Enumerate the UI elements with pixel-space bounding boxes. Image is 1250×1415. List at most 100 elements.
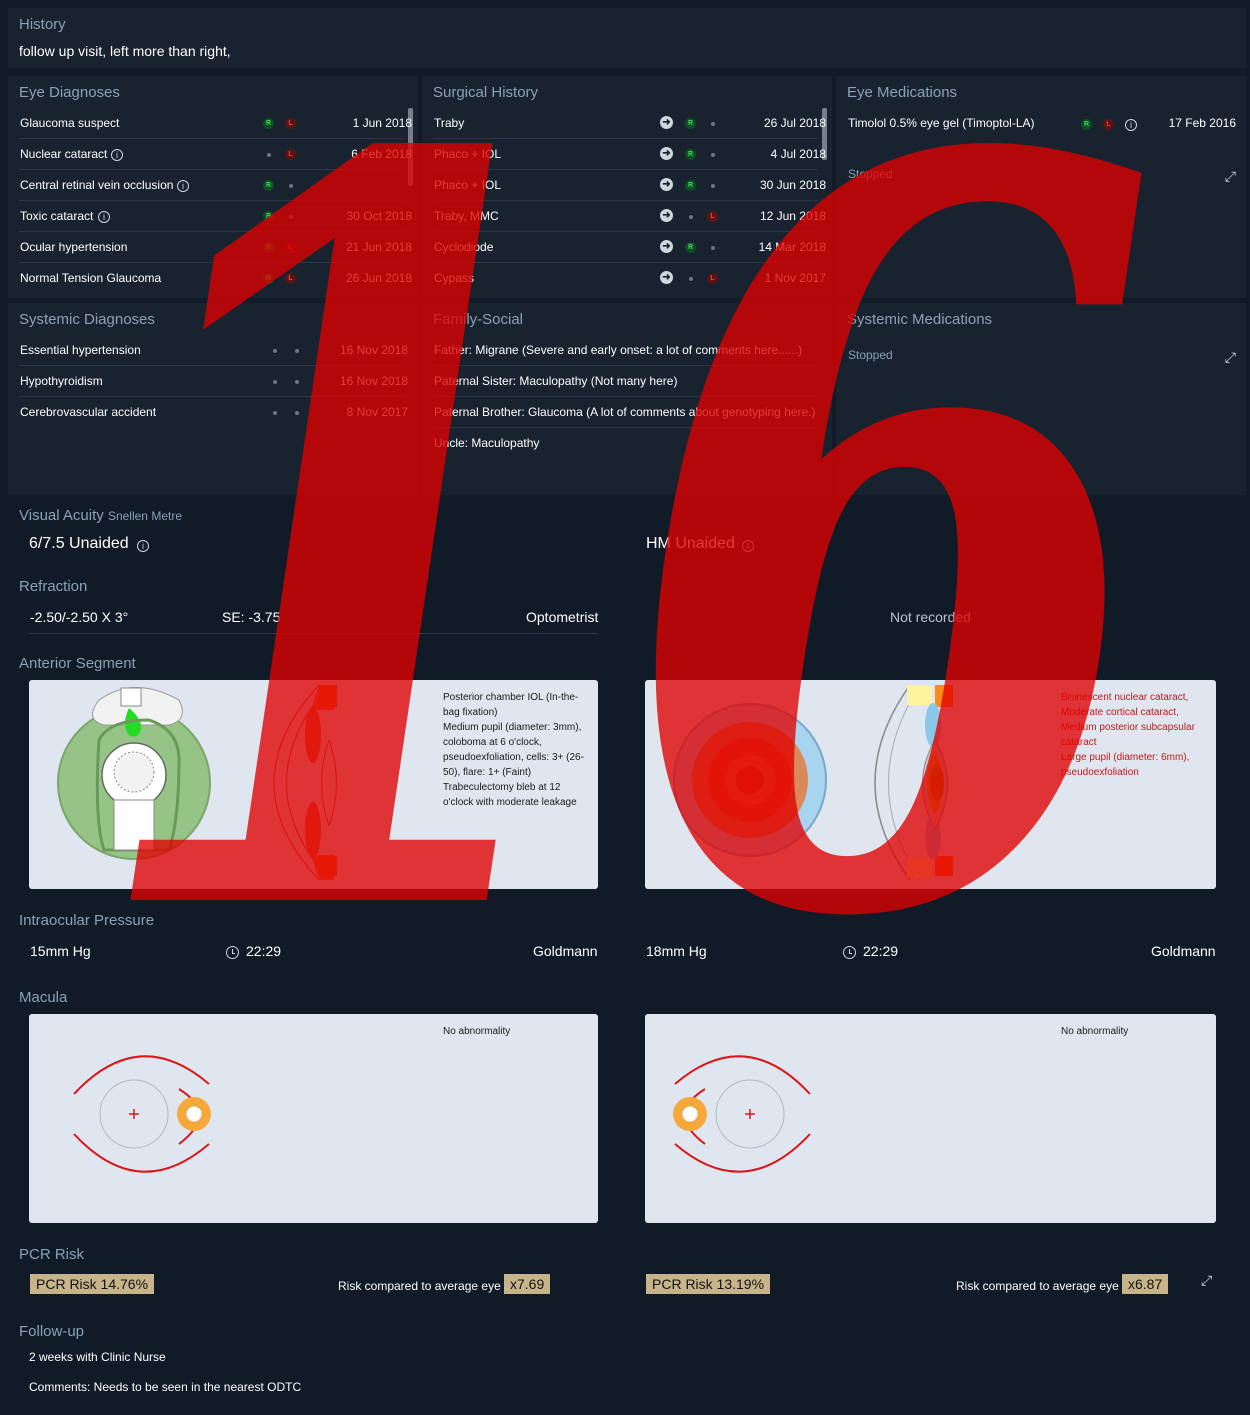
note-line: Moderate cortical cataract, (1061, 707, 1179, 718)
arrow-right-icon[interactable]: ➜ (660, 209, 673, 222)
clock-icon (843, 946, 856, 959)
systemic-diagnosis-row[interactable]: Essential hypertension 16 Nov 2018 (19, 335, 408, 366)
left-risk-compare-label: Risk compared to average eye (956, 1279, 1119, 1293)
right-eye-badge: R (263, 242, 274, 253)
eye-diagnosis-row[interactable]: Toxic cataract i R 30 Oct 2018 (19, 201, 412, 232)
empty-eye-dot (295, 411, 299, 415)
left-eye-badge: L (707, 273, 718, 284)
empty-eye-dot (295, 380, 299, 384)
systemic-medications-title: Systemic Medications (847, 311, 993, 328)
systemic-diagnoses-title: Systemic Diagnoses (19, 311, 155, 328)
info-icon[interactable]: i (742, 540, 754, 552)
eye-medications-title: Eye Medications (847, 84, 958, 101)
empty-eye-dot (711, 153, 715, 157)
right-iop-method: Goldmann (533, 943, 598, 959)
right-visual-acuity: 6/7.5 Unaided (29, 535, 129, 552)
eye-diagnosis-label: Normal Tension Glaucoma (20, 271, 162, 285)
left-pcr-risk: PCR Risk 13.19% (646, 1274, 771, 1294)
surgery-row[interactable]: Phaco + IOL ➜ R 30 Jun 2018 (433, 170, 826, 201)
left-macula-canvas[interactable]: No abnormality (645, 1014, 1216, 1223)
note-line: Medium posterior subcapsular (1061, 722, 1195, 733)
surgery-date: 30 Jun 2018 (759, 178, 826, 192)
left-visual-acuity: HM Unaided (646, 535, 735, 552)
history-title: History (19, 16, 66, 33)
eye-diagnosis-row[interactable]: Central retinal vein occlusion i R (19, 170, 404, 201)
surgery-date: 26 Jul 2018 (763, 116, 826, 130)
surgery-date: 1 Nov 2017 (764, 271, 826, 285)
left-refraction-value: Not recorded (890, 609, 971, 625)
followup-comments: Comments: Needs to be seen in the neares… (29, 1380, 302, 1394)
family-history-text: Father: Migrane (Severe and early onset:… (434, 343, 803, 357)
eye-diagnosis-label: Toxic cataract (20, 209, 94, 223)
refraction-divider (29, 633, 598, 634)
left-risk-multiplier: x6.87 (1122, 1274, 1169, 1294)
note-line: pseudoexfoliation, cells: 3+ (26- (443, 752, 584, 763)
stopped-label[interactable]: Stopped (848, 167, 893, 181)
systemic-medications-panel: Systemic Medications Stopped ⤢ (836, 303, 1246, 495)
stopped-label[interactable]: Stopped (848, 348, 893, 362)
right-macula-drawing (73, 1055, 211, 1173)
surgery-row[interactable]: Traby ➜ R 26 Jul 2018 (433, 108, 826, 139)
note-line: pseudoexfoliation (1061, 767, 1139, 778)
refraction-title: Refraction (19, 578, 88, 595)
note-line: Posterior chamber IOL (In-the- (443, 692, 579, 703)
eye-diagnoses-panel: Eye Diagnoses Glaucoma suspect R L 1 Jun… (8, 76, 418, 298)
right-refraction-se: SE: -3.75 (222, 609, 281, 625)
info-icon[interactable]: i (177, 180, 189, 192)
surgery-row[interactable]: Cyclodiode ➜ R 14 Mar 2018 (433, 232, 826, 263)
right-eye-badge: R (263, 180, 274, 191)
family-social-panel: Family-Social Father: Migrane (Severe an… (422, 303, 832, 495)
empty-eye-dot (289, 184, 293, 188)
systemic-diagnosis-date: 16 Nov 2018 (339, 374, 408, 388)
surgery-label: Phaco + IOL (434, 147, 502, 161)
history-panel: History follow up visit, left more than … (8, 8, 1246, 68)
left-iop-value: 18mm Hg (646, 943, 707, 959)
followup-line: 2 weeks with Clinic Nurse (29, 1350, 166, 1364)
surgery-label: Cyclodiode (434, 240, 494, 254)
eye-diagnosis-row[interactable]: Nuclear cataract i L 6 Feb 2018 (19, 139, 412, 170)
right-pcr-risk: PCR Risk 14.76% (30, 1274, 155, 1294)
followup-title: Follow-up (19, 1323, 85, 1340)
eye-diagnosis-row[interactable]: Glaucoma suspect R L 1 Jun 2018 (19, 108, 412, 139)
arrow-right-icon[interactable]: ➜ (660, 147, 673, 160)
right-eye-badge: R (685, 180, 696, 191)
info-icon[interactable]: i (111, 149, 123, 161)
eye-diagnosis-row[interactable]: Ocular hypertension R L 21 Jun 2018 (19, 232, 412, 263)
expand-icon[interactable]: ⤢ (1225, 168, 1236, 185)
eye-diagnosis-row[interactable]: Normal Tension Glaucoma R L 26 Jun 2018 (19, 263, 412, 294)
expand-icon[interactable]: ⤢ (1225, 349, 1236, 366)
empty-eye-dot (711, 246, 715, 250)
note-line: 50), flare: 1+ (Faint) (443, 767, 532, 778)
surgery-row[interactable]: Cypass ➜ L 1 Nov 2017 (433, 263, 826, 294)
arrow-right-icon[interactable]: ➜ (660, 116, 673, 129)
arrow-right-icon[interactable]: ➜ (660, 240, 673, 253)
right-macula-canvas[interactable]: No abnormality (29, 1014, 598, 1223)
surgery-row[interactable]: Phaco + IOL ➜ R 4 Jul 2018 (433, 139, 826, 170)
eye-diagnosis-date: 1 Jun 2018 (352, 116, 412, 130)
empty-eye-dot (289, 215, 293, 219)
left-eye-badge: L (285, 273, 296, 284)
info-icon[interactable]: i (137, 540, 149, 552)
expand-icon[interactable]: ⤢ (1201, 1272, 1212, 1289)
arrow-right-icon[interactable]: ➜ (660, 271, 673, 284)
systemic-diagnosis-label: Essential hypertension (20, 343, 141, 357)
visual-acuity-title: Visual Acuity Snellen Metre (19, 507, 182, 524)
right-iop-value: 15mm Hg (30, 943, 91, 959)
right-anterior-segment-canvas[interactable]: Posterior chamber IOL (In-the- bag fixat… (29, 680, 598, 889)
note-line: Brunescent nuclear cataract, (1061, 692, 1189, 703)
right-eye-badge: R (263, 273, 274, 284)
systemic-diagnoses-panel: Systemic Diagnoses Essential hypertensio… (8, 303, 418, 495)
surgery-label: Phaco + IOL (434, 178, 502, 192)
surgery-label: Cypass (434, 271, 475, 285)
info-icon[interactable]: i (1125, 119, 1137, 131)
clock-icon (226, 946, 239, 959)
systemic-diagnosis-row[interactable]: Hypothyroidism 16 Nov 2018 (19, 366, 408, 397)
left-anterior-segment-canvas[interactable]: Brunescent nuclear cataract, Moderate co… (645, 680, 1216, 889)
systemic-diagnosis-row[interactable]: Cerebrovascular accident 8 Nov 2017 (19, 397, 408, 428)
arrow-right-icon[interactable]: ➜ (660, 178, 673, 191)
empty-eye-dot (295, 349, 299, 353)
family-history-item: Paternal Brother: Glaucoma (A lot of com… (433, 397, 820, 428)
systemic-diagnosis-label: Hypothyroidism (20, 374, 103, 388)
info-icon[interactable]: i (98, 211, 110, 223)
surgery-row[interactable]: Traby, MMC ➜ L 12 Jun 2018 (433, 201, 826, 232)
